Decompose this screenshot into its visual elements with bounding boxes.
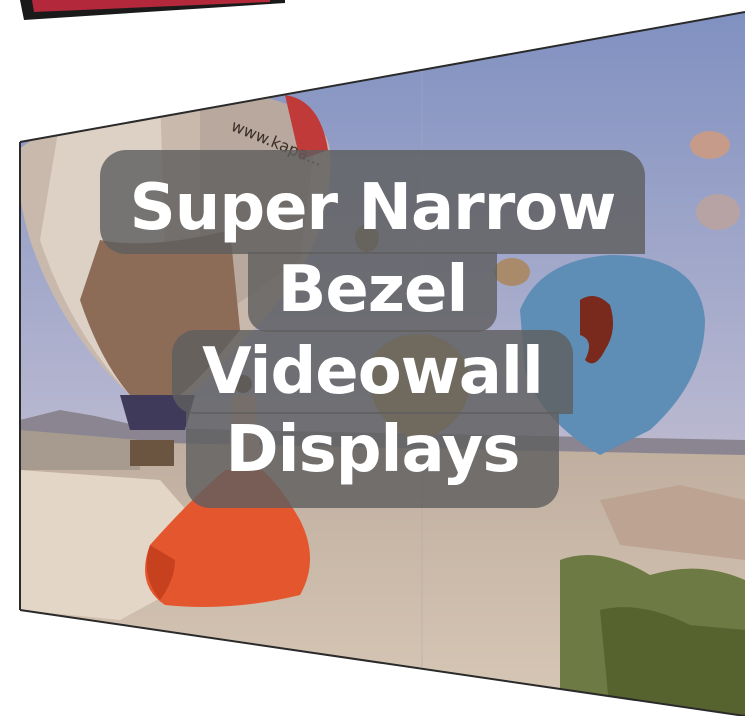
headline-overlay: Super Narrow Bezel Videowall Displays (0, 150, 745, 508)
headline-line-2: Bezel (247, 252, 498, 332)
headline-line-1: Super Narrow (99, 150, 646, 254)
top-display-edge (20, 0, 285, 20)
headline-line-3: Videowall (172, 330, 573, 414)
headline-line-4: Displays (185, 412, 560, 508)
